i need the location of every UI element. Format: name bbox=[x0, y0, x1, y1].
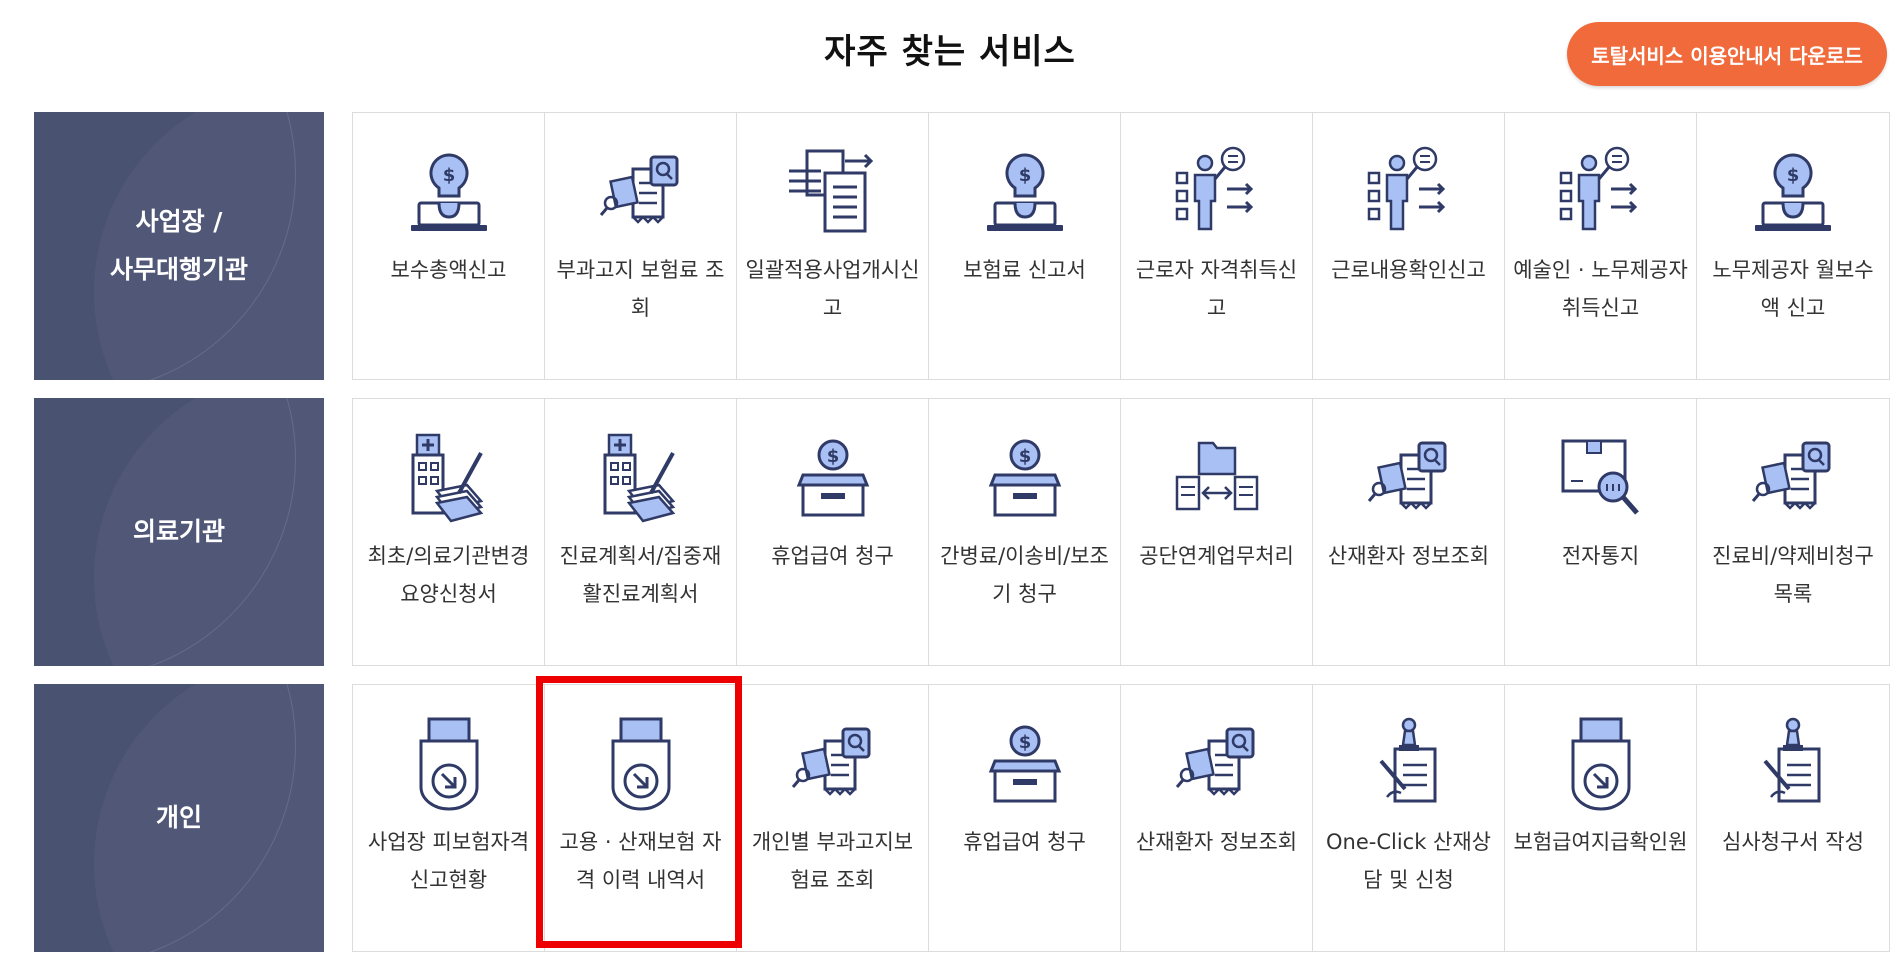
svg-text:$: $ bbox=[1018, 165, 1031, 186]
service-tile[interactable]: 진료계획서/집중재활진료계획서 bbox=[545, 399, 737, 665]
service-tile[interactable]: 심사청구서 작성 bbox=[1697, 685, 1889, 951]
document-search-icon bbox=[1361, 429, 1457, 525]
service-label: 보험료 신고서 bbox=[963, 258, 1086, 282]
row-personal: 개인 사업장 피보험자격 신고현황 고용 · 산재보험 자격 이력 내역서 개인… bbox=[34, 684, 1890, 952]
service-label: 진료계획서/집중재활진료계획서 bbox=[559, 544, 722, 606]
service-label: 심사청구서 작성 bbox=[1722, 830, 1864, 854]
category-label: 개인 bbox=[155, 803, 202, 832]
svg-text:$: $ bbox=[442, 165, 455, 186]
service-label: 고용 · 산재보험 자격 이력 내역서 bbox=[559, 830, 722, 892]
presenter-checklist-icon bbox=[1361, 143, 1457, 239]
service-tile[interactable]: 부과고지 보험료 조회 bbox=[545, 113, 737, 379]
service-label: 사업장 피보험자격 신고현황 bbox=[367, 830, 530, 892]
service-tile[interactable]: $ 간병료/이송비/보조기 청구 bbox=[929, 399, 1121, 665]
service-tile[interactable]: 보험급여지급확인원 bbox=[1505, 685, 1697, 951]
service-label: 보험급여지급확인원 bbox=[1513, 830, 1688, 854]
service-label: 공단연계업무처리 bbox=[1139, 544, 1294, 568]
coin-box-icon: $ bbox=[785, 429, 881, 525]
service-tile[interactable]: 최초/의료기관변경 요양신청서 bbox=[353, 399, 545, 665]
svg-text:$: $ bbox=[1018, 446, 1031, 467]
service-tile[interactable]: 진료비/약제비청구목록 bbox=[1697, 399, 1889, 665]
service-label: 간병료/이송비/보조기 청구 bbox=[940, 544, 1109, 606]
service-label: 노무제공자 월보수액 신고 bbox=[1712, 258, 1874, 320]
money-bulb-laptop-icon: $ bbox=[401, 143, 497, 239]
document-search-icon bbox=[593, 143, 689, 239]
package-search-icon bbox=[1553, 429, 1649, 525]
service-tile[interactable]: 산재환자 정보조회 bbox=[1121, 685, 1313, 951]
presenter-checklist-icon bbox=[1169, 143, 1265, 239]
guide-download-button[interactable]: 토탈서비스 이용안내서 다운로드 bbox=[1567, 22, 1887, 86]
service-label: 휴업급여 청구 bbox=[771, 544, 894, 568]
category-label: 사업장 / 사무대행기관 bbox=[109, 207, 248, 284]
service-label: 개인별 부과고지보험료 조회 bbox=[751, 830, 914, 892]
service-label: 근로자 자격취득신고 bbox=[1135, 258, 1298, 320]
category-label: 의료기관 bbox=[132, 517, 225, 546]
service-grid: 최초/의료기관변경 요양신청서 진료계획서/집중재활진료계획서 $ 휴업급여 청… bbox=[352, 398, 1890, 666]
money-bulb-laptop-icon: $ bbox=[1745, 143, 1841, 239]
service-grid: $ 보수총액신고 부과고지 보험료 조회 일괄적용사업개시신고 $ 보험료 신고… bbox=[352, 112, 1890, 380]
svg-text:$: $ bbox=[1787, 165, 1800, 186]
service-tile[interactable]: 공단연계업무처리 bbox=[1121, 399, 1313, 665]
service-tile[interactable]: 산재환자 정보조회 bbox=[1313, 399, 1505, 665]
printer-download-icon bbox=[1553, 715, 1649, 811]
service-tile[interactable]: 사업장 피보험자격 신고현황 bbox=[353, 685, 545, 951]
service-tile[interactable]: 개인별 부과고지보험료 조회 bbox=[737, 685, 929, 951]
service-label: 부과고지 보험료 조회 bbox=[556, 258, 725, 320]
service-label: One-Click 산재상담 및 신청 bbox=[1325, 830, 1491, 892]
hospital-write-icon bbox=[593, 429, 689, 525]
service-tile[interactable]: $ 노무제공자 월보수액 신고 bbox=[1697, 113, 1889, 379]
service-tile[interactable]: One-Click 산재상담 및 신청 bbox=[1313, 685, 1505, 951]
service-tile[interactable]: 예술인 · 노무제공자 취득신고 bbox=[1505, 113, 1697, 379]
coin-box-icon: $ bbox=[977, 429, 1073, 525]
service-tile[interactable]: $ 보수총액신고 bbox=[353, 113, 545, 379]
service-label: 진료비/약제비청구목록 bbox=[1712, 544, 1874, 606]
hospital-write-icon bbox=[401, 429, 497, 525]
folder-exchange-icon bbox=[1169, 429, 1265, 525]
row-business: 사업장 / 사무대행기관 $ 보수총액신고 부과고지 보험료 조회 일괄적용사업… bbox=[34, 112, 1890, 380]
category-panel: 의료기관 bbox=[34, 398, 324, 666]
stamp-document-icon bbox=[1361, 715, 1457, 811]
service-label: 산재환자 정보조회 bbox=[1327, 544, 1490, 568]
printer-download-icon bbox=[401, 715, 497, 811]
service-label: 휴업급여 청구 bbox=[963, 830, 1086, 854]
presenter-checklist-icon bbox=[1553, 143, 1649, 239]
service-tile[interactable]: $ 휴업급여 청구 bbox=[737, 399, 929, 665]
service-label: 일괄적용사업개시신고 bbox=[745, 258, 920, 320]
service-tile[interactable]: 일괄적용사업개시신고 bbox=[737, 113, 929, 379]
document-search-icon bbox=[1169, 715, 1265, 811]
service-tile[interactable]: 고용 · 산재보험 자격 이력 내역서 bbox=[545, 685, 737, 951]
category-panel: 사업장 / 사무대행기관 bbox=[34, 112, 324, 380]
document-search-icon bbox=[1745, 429, 1841, 525]
coin-box-icon: $ bbox=[977, 715, 1073, 811]
service-tile[interactable]: 근로내용확인신고 bbox=[1313, 113, 1505, 379]
svg-text:$: $ bbox=[1018, 732, 1031, 753]
printer-download-icon bbox=[593, 715, 689, 811]
document-search-icon bbox=[785, 715, 881, 811]
service-label: 근로내용확인신고 bbox=[1331, 258, 1486, 282]
service-tile[interactable]: 근로자 자격취득신고 bbox=[1121, 113, 1313, 379]
document-transfer-icon bbox=[785, 143, 881, 239]
money-bulb-laptop-icon: $ bbox=[977, 143, 1073, 239]
service-grid: 사업장 피보험자격 신고현황 고용 · 산재보험 자격 이력 내역서 개인별 부… bbox=[352, 684, 1890, 952]
service-label: 보수총액신고 bbox=[390, 258, 507, 282]
stamp-document-icon bbox=[1745, 715, 1841, 811]
service-tile[interactable]: 전자통지 bbox=[1505, 399, 1697, 665]
service-label: 전자통지 bbox=[1561, 544, 1640, 568]
category-panel: 개인 bbox=[34, 684, 324, 952]
service-tile[interactable]: $ 보험료 신고서 bbox=[929, 113, 1121, 379]
svg-text:$: $ bbox=[826, 446, 839, 467]
service-label: 최초/의료기관변경 요양신청서 bbox=[367, 544, 530, 606]
service-label: 예술인 · 노무제공자 취득신고 bbox=[1513, 258, 1688, 320]
service-tile[interactable]: $ 휴업급여 청구 bbox=[929, 685, 1121, 951]
service-label: 산재환자 정보조회 bbox=[1135, 830, 1298, 854]
row-medical: 의료기관 최초/의료기관변경 요양신청서 진료계획서/집중재활진료계획서 $ 휴… bbox=[34, 398, 1890, 666]
